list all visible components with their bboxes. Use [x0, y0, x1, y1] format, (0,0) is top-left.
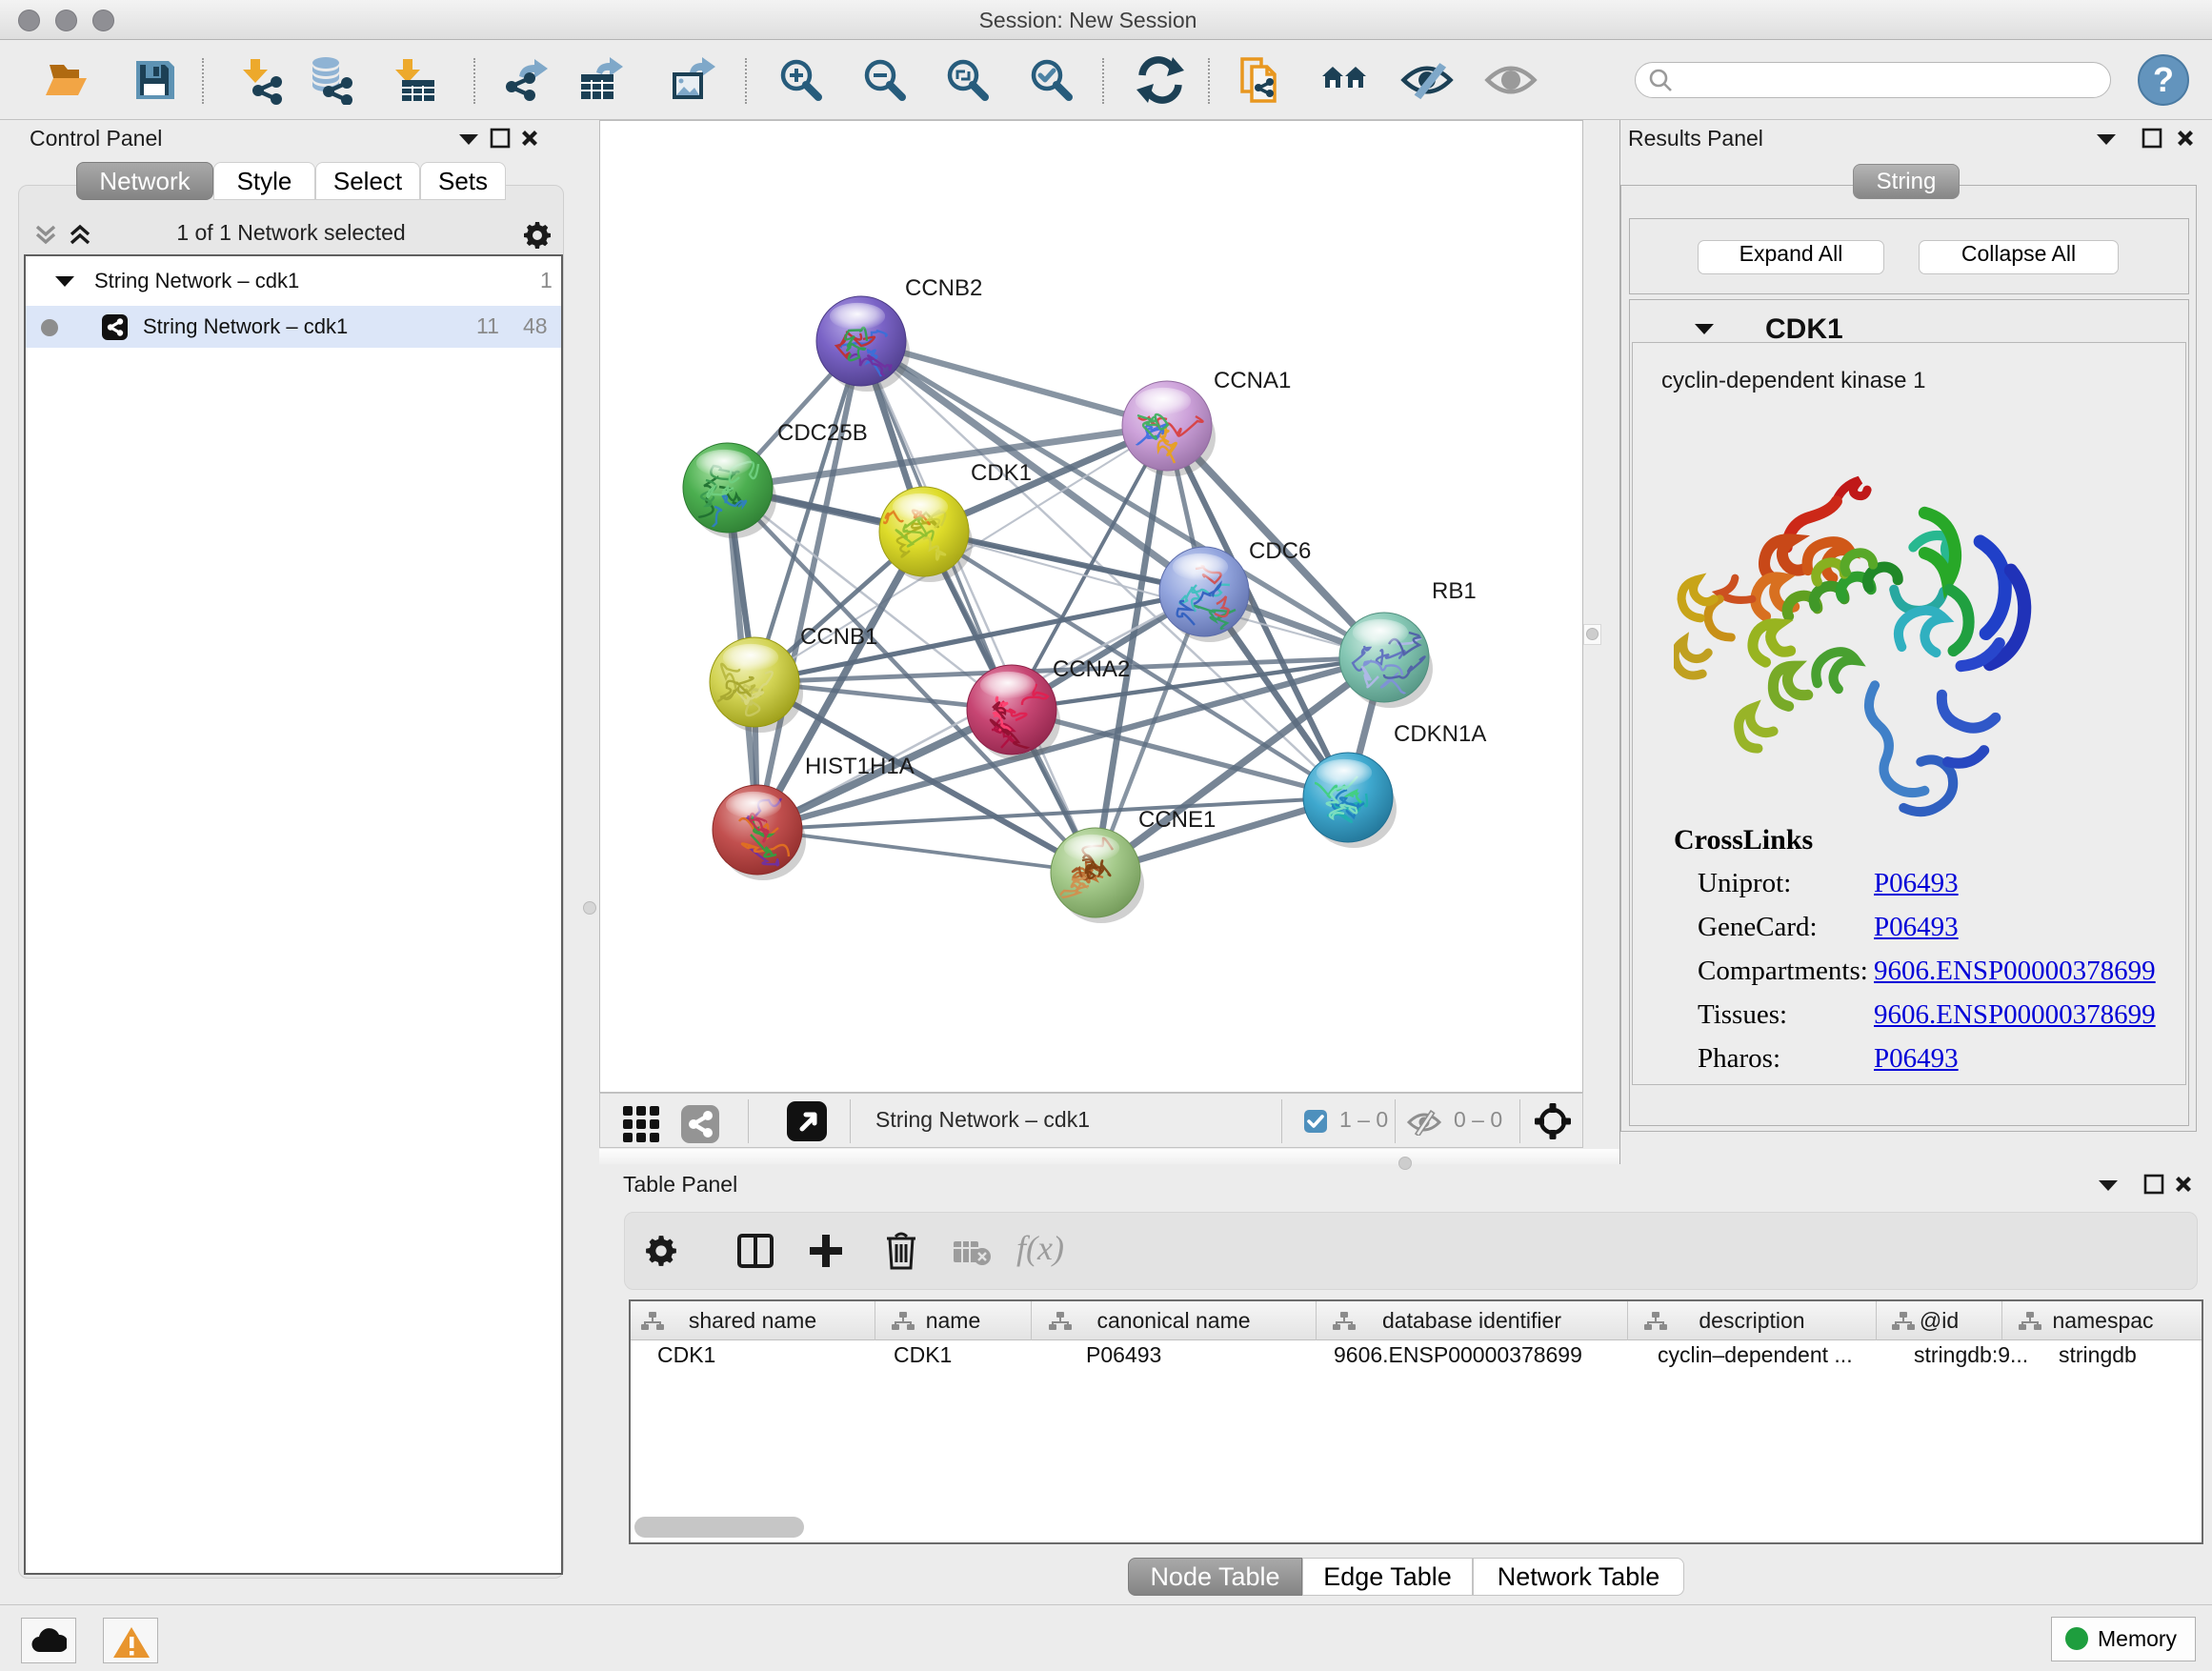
svg-text:CCNA2: CCNA2	[1053, 656, 1130, 682]
svg-text:CDK1: CDK1	[971, 460, 1032, 486]
svg-text:HIST1H1A: HIST1H1A	[805, 754, 915, 779]
svg-text:CCNB1: CCNB1	[800, 624, 877, 650]
svg-text:CCNA1: CCNA1	[1214, 368, 1291, 393]
svg-text:CCNE1: CCNE1	[1138, 807, 1216, 833]
svg-text:CDKN1A: CDKN1A	[1394, 721, 1486, 747]
svg-text:?: ?	[2153, 60, 2174, 99]
svg-text:CCNB2: CCNB2	[905, 275, 982, 301]
svg-text:CDC25B: CDC25B	[777, 420, 868, 446]
svg-text:RB1: RB1	[1432, 578, 1477, 604]
svg-text:CDC6: CDC6	[1249, 538, 1311, 564]
